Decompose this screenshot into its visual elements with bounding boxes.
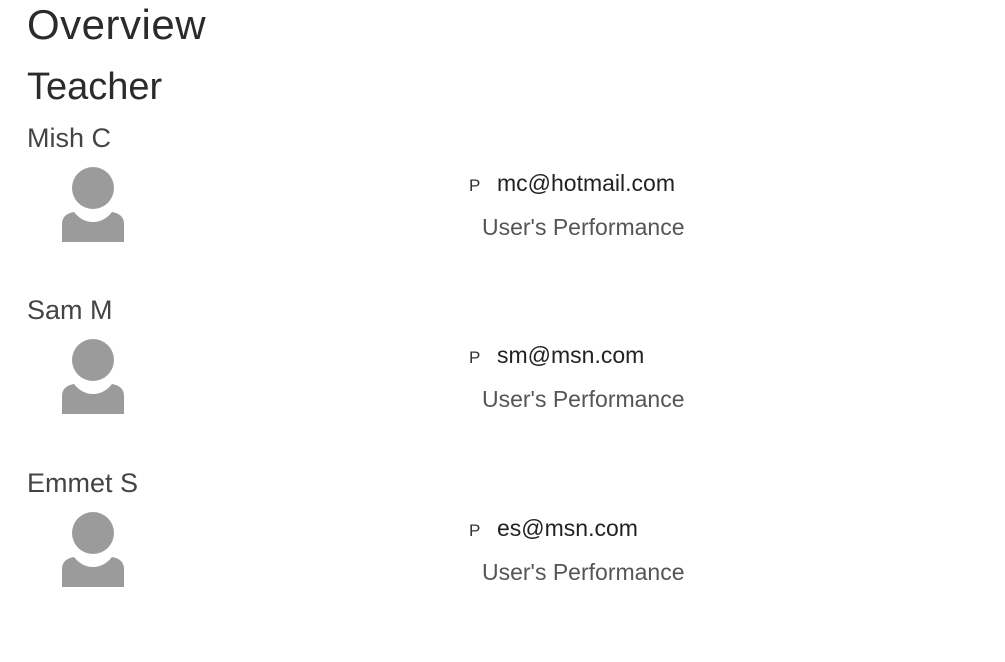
contact-row: P es@msn.com — [469, 515, 638, 545]
user-card-sam-m: Sam M P sm@msn.com User's Performance — [0, 294, 1005, 466]
role-heading: Teacher — [27, 66, 163, 108]
user-avatar-icon — [62, 512, 124, 587]
user-name: Mish C — [27, 123, 112, 153]
user-card-emmet-s: Emmet S P es@msn.com User's Performance — [0, 467, 1005, 639]
user-performance-link[interactable]: User's Performance — [482, 559, 685, 586]
phone-icon[interactable]: P — [469, 348, 497, 368]
page-title: Overview — [27, 1, 207, 48]
contact-row: P mc@hotmail.com — [469, 170, 675, 200]
overview-page: Overview Teacher Mish C P mc@hotmail.com… — [0, 0, 1005, 662]
user-card-mish-c: Mish C P mc@hotmail.com User's Performan… — [0, 122, 1005, 294]
user-performance-link[interactable]: User's Performance — [482, 214, 685, 241]
email-link[interactable]: mc@hotmail.com — [497, 170, 675, 197]
user-avatar-icon — [62, 339, 124, 414]
contact-row: P sm@msn.com — [469, 342, 644, 372]
user-avatar-icon — [62, 167, 124, 242]
user-name: Emmet S — [27, 468, 139, 498]
user-name: Sam M — [27, 295, 113, 325]
email-link[interactable]: sm@msn.com — [497, 342, 644, 369]
email-link[interactable]: es@msn.com — [497, 515, 638, 542]
phone-icon[interactable]: P — [469, 176, 497, 196]
phone-icon[interactable]: P — [469, 521, 497, 541]
user-performance-link[interactable]: User's Performance — [482, 386, 685, 413]
